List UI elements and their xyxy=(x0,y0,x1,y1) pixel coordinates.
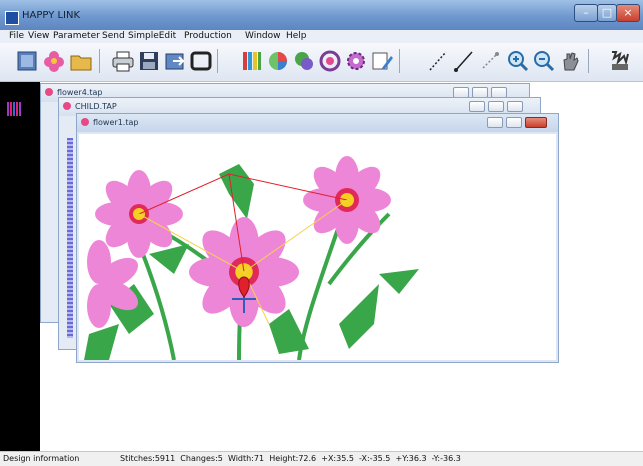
hoop-icon[interactable] xyxy=(318,48,342,74)
thread-color-chip xyxy=(7,102,9,116)
design-icon[interactable] xyxy=(15,48,39,74)
status-label: Design information xyxy=(3,454,80,463)
export-icon[interactable] xyxy=(163,48,187,74)
line-angle-icon[interactable] xyxy=(452,48,476,74)
thread-color-chip xyxy=(10,102,12,116)
menu-help[interactable]: Help xyxy=(286,31,307,41)
document-icon xyxy=(45,88,53,96)
menu-bar: File View Parameter Send SimpleEdit Prod… xyxy=(0,30,643,43)
minus-y: -Y:-36.3 xyxy=(431,454,461,463)
menu-simpleedit[interactable]: SimpleEdit xyxy=(128,31,176,41)
title-bar: HAPPY LINK – □ × xyxy=(0,0,643,30)
thread-color-chip xyxy=(16,102,18,116)
toolbar-separator xyxy=(99,49,100,73)
embroidery-design xyxy=(84,156,419,360)
document-title: CHILD.TAP xyxy=(75,102,117,111)
thread-color-chip xyxy=(19,102,21,116)
design-statistics: Stitches:5911 Changes:5 Width:71 Height:… xyxy=(120,454,461,463)
send-to-machine-icon[interactable] xyxy=(608,48,632,74)
thread-color-icon[interactable] xyxy=(240,48,264,74)
design-width: Width:71 xyxy=(227,454,265,463)
document-icon xyxy=(81,118,89,126)
fill-icon[interactable] xyxy=(292,48,316,74)
document-window-flower1[interactable]: flower1.tap xyxy=(76,113,559,363)
thread-color-chip xyxy=(13,102,15,116)
menu-window[interactable]: Window xyxy=(245,31,281,41)
folder-open-icon[interactable] xyxy=(69,48,93,74)
settings-gear-icon[interactable] xyxy=(344,48,368,74)
toolbar-separator xyxy=(217,49,218,73)
minimize-button[interactable] xyxy=(469,101,485,112)
menu-parameter[interactable]: Parameter xyxy=(53,31,100,41)
measure-icon[interactable] xyxy=(478,48,502,74)
document-title: flower4.tap xyxy=(57,88,103,97)
minimize-button[interactable]: – xyxy=(574,4,598,22)
design-canvas[interactable] xyxy=(79,134,556,360)
close-button[interactable] xyxy=(525,117,547,128)
menu-send[interactable]: Send xyxy=(102,31,125,41)
toolbar-separator xyxy=(588,49,589,73)
frame-icon[interactable] xyxy=(189,48,213,74)
status-bar: Design information Stitches:5911 Changes… xyxy=(0,451,643,466)
plus-x: +X:35.5 xyxy=(321,454,354,463)
flower-icon[interactable] xyxy=(42,48,66,74)
restore-button[interactable] xyxy=(488,101,504,112)
menu-file[interactable]: File xyxy=(9,31,24,41)
menu-view[interactable]: View xyxy=(28,31,49,41)
color-wheel-icon[interactable] xyxy=(266,48,290,74)
document-icon xyxy=(63,102,71,110)
hand-pan-icon[interactable] xyxy=(558,48,582,74)
toolbar-separator xyxy=(399,49,400,73)
design-height: Height:72.6 xyxy=(269,454,317,463)
minus-x: -X:-35.5 xyxy=(359,454,391,463)
color-palette-panel xyxy=(0,82,40,451)
print-icon[interactable] xyxy=(111,48,135,74)
document-title: flower1.tap xyxy=(93,118,139,127)
close-button[interactable]: × xyxy=(616,4,640,22)
app-icon xyxy=(5,11,19,25)
minimize-button[interactable] xyxy=(487,117,503,128)
menu-production[interactable]: Production xyxy=(184,31,232,41)
window-title: HAPPY LINK xyxy=(22,10,81,21)
stitch-count: Stitches:5911 xyxy=(120,454,176,463)
line-icon[interactable] xyxy=(426,48,450,74)
edit-icon[interactable] xyxy=(370,48,394,74)
plus-y: +Y:36.3 xyxy=(395,454,427,463)
zoom-out-icon[interactable] xyxy=(532,48,556,74)
restore-button[interactable] xyxy=(506,117,522,128)
document-titlebar[interactable]: flower1.tap xyxy=(77,114,558,132)
close-button[interactable] xyxy=(507,101,523,112)
save-icon[interactable] xyxy=(137,48,161,74)
zoom-in-icon[interactable] xyxy=(506,48,530,74)
embroidery-preview-strip xyxy=(67,138,73,338)
toolbar xyxy=(0,43,643,82)
maximize-button[interactable]: □ xyxy=(597,4,617,22)
color-changes: Changes:5 xyxy=(180,454,223,463)
